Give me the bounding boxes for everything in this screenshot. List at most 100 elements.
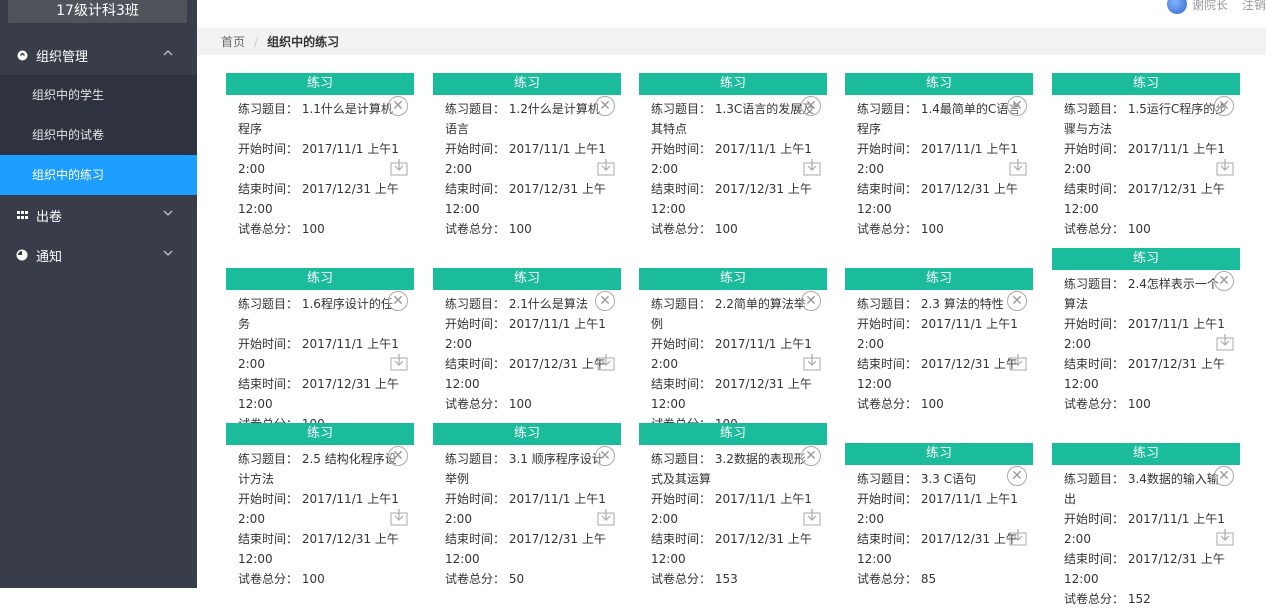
delete-icon[interactable]: ✕ [595, 96, 615, 116]
card-score-line: 试卷总分： 152 [1064, 589, 1228, 609]
download-icon[interactable] [390, 353, 408, 371]
card-header: 练习 [433, 73, 621, 95]
end-label: 结束时间： [857, 357, 917, 371]
delete-icon[interactable]: ✕ [801, 291, 821, 311]
card-end-line: 结束时间： 2017/12/31 上午12:00 [857, 529, 1021, 569]
end-label: 结束时间： [445, 357, 505, 371]
total-score: 152 [1128, 592, 1151, 606]
delete-icon[interactable]: ✕ [388, 446, 408, 466]
exercise-card[interactable]: 练习练习题目： 3.4数据的输入输出开始时间： 2017/11/1 上午12:0… [1052, 443, 1240, 609]
title-label: 练习题目： [445, 102, 505, 116]
sidebar-item-papers[interactable]: 组织中的试卷 [0, 115, 197, 155]
delete-icon[interactable]: ✕ [801, 446, 821, 466]
card-body: 练习题目： 1.3C语言的发展及其特点开始时间： 2017/11/1 上午12:… [639, 95, 827, 239]
card-title-line: 练习题目： 1.4最简单的C语言程序 [857, 99, 1021, 139]
exercise-card[interactable]: 练习练习题目： 1.1什么是计算机程序开始时间： 2017/11/1 上午12:… [226, 73, 414, 239]
user-name[interactable]: 谢院长 [1192, 0, 1228, 13]
download-icon[interactable] [803, 158, 821, 176]
card-body: 练习题目： 2.2简单的算法举例开始时间： 2017/11/1 上午12:00结… [639, 290, 827, 434]
logout-link[interactable]: 注销 [1242, 0, 1266, 13]
title-label: 练习题目： [651, 297, 711, 311]
card-end-line: 结束时间： 2017/12/31 上午12:00 [1064, 354, 1228, 394]
card-body: 练习题目： 1.4最简单的C语言程序开始时间： 2017/11/1 上午12:0… [845, 95, 1033, 239]
download-icon[interactable] [390, 158, 408, 176]
score-label: 试卷总分： [238, 572, 298, 586]
start-label: 开始时间： [1064, 317, 1124, 331]
exercise-card[interactable]: 练习练习题目： 1.5运行C程序的步骤与方法开始时间： 2017/11/1 上午… [1052, 73, 1240, 239]
delete-icon[interactable]: ✕ [1214, 271, 1234, 291]
delete-icon[interactable]: ✕ [1214, 466, 1234, 486]
download-icon[interactable] [803, 353, 821, 371]
delete-icon[interactable]: ✕ [1007, 466, 1027, 486]
exercise-card[interactable]: 练习练习题目： 2.2简单的算法举例开始时间： 2017/11/1 上午12:0… [639, 268, 827, 434]
delete-icon[interactable]: ✕ [801, 96, 821, 116]
chevron-up-icon [163, 48, 173, 59]
download-icon[interactable] [390, 508, 408, 526]
menu-org-label: 组织管理 [36, 46, 88, 65]
breadcrumb-home[interactable]: 首页 [221, 33, 245, 50]
card-title-line: 练习题目： 3.2数据的表现形式及其运算 [651, 449, 815, 489]
exercise-card[interactable]: 练习练习题目： 2.5 结构化程序设计方法开始时间： 2017/11/1 上午1… [226, 423, 414, 589]
download-icon[interactable] [597, 508, 615, 526]
chevron-down-icon [163, 208, 173, 219]
delete-icon[interactable]: ✕ [388, 291, 408, 311]
title-label: 练习题目： [651, 102, 711, 116]
start-label: 开始时间： [651, 337, 711, 351]
download-icon[interactable] [1216, 528, 1234, 546]
card-end-line: 结束时间： 2017/12/31 上午12:00 [651, 529, 815, 569]
menu-org-management[interactable]: 组织管理 [0, 35, 197, 75]
delete-icon[interactable]: ✕ [595, 446, 615, 466]
card-header: 练习 [226, 268, 414, 290]
exercise-card[interactable]: 练习练习题目： 3.2数据的表现形式及其运算开始时间： 2017/11/1 上午… [639, 423, 827, 589]
exercise-card[interactable]: 练习练习题目： 2.3 算法的特性开始时间： 2017/11/1 上午12:00… [845, 268, 1033, 434]
download-icon[interactable] [803, 508, 821, 526]
menu-paper[interactable]: 出卷 [0, 195, 197, 235]
exercise-card[interactable]: 练习练习题目： 2.4怎样表示一个算法开始时间： 2017/11/1 上午12:… [1052, 248, 1240, 414]
card-body: 练习题目： 1.6程序设计的任务开始时间： 2017/11/1 上午12:00结… [226, 290, 414, 434]
end-label: 结束时间： [238, 377, 298, 391]
card-score-line: 试卷总分： 50 [445, 569, 609, 589]
total-score: 100 [921, 397, 944, 411]
card-start-line: 开始时间： 2017/11/1 上午12:00 [1064, 314, 1228, 354]
start-label: 开始时间： [445, 492, 505, 506]
card-end-line: 结束时间： 2017/12/31 上午12:00 [1064, 549, 1228, 589]
exercise-card[interactable]: 练习练习题目： 2.1什么是算法开始时间： 2017/11/1 上午12:00结… [433, 268, 621, 434]
card-start-line: 开始时间： 2017/11/1 上午12:00 [857, 314, 1021, 354]
card-end-line: 结束时间： 2017/12/31 上午12:00 [651, 374, 815, 414]
class-title[interactable]: 17级计科3班 [8, 0, 187, 23]
download-icon[interactable] [1216, 333, 1234, 351]
card-score-line: 试卷总分： 100 [1064, 219, 1228, 239]
download-icon[interactable] [597, 158, 615, 176]
delete-icon[interactable]: ✕ [1214, 96, 1234, 116]
score-label: 试卷总分： [1064, 592, 1124, 606]
download-icon[interactable] [1009, 158, 1027, 176]
sidebar-item-exercises[interactable]: 组织中的练习 [0, 155, 197, 195]
start-label: 开始时间： [857, 142, 917, 156]
card-header: 练习 [845, 443, 1033, 465]
exercise-card[interactable]: 练习练习题目： 3.1 顺序程序设计举例开始时间： 2017/11/1 上午12… [433, 423, 621, 589]
start-label: 开始时间： [238, 142, 298, 156]
avatar[interactable] [1167, 0, 1187, 14]
exercise-card[interactable]: 练习练习题目： 1.2什么是计算机语言开始时间： 2017/11/1 上午12:… [433, 73, 621, 239]
sidebar-item-students[interactable]: 组织中的学生 [0, 75, 197, 115]
card-start-line: 开始时间： 2017/11/1 上午12:00 [445, 139, 609, 179]
card-start-line: 开始时间： 2017/11/1 上午12:00 [1064, 139, 1228, 179]
delete-icon[interactable]: ✕ [1007, 291, 1027, 311]
total-score: 100 [302, 222, 325, 236]
download-icon[interactable] [597, 353, 615, 371]
download-icon[interactable] [1009, 528, 1027, 546]
card-body: 练习题目： 3.1 顺序程序设计举例开始时间： 2017/11/1 上午12:0… [433, 445, 621, 589]
menu-notice[interactable]: 通知 [0, 235, 197, 275]
exercise-card[interactable]: 练习练习题目： 1.3C语言的发展及其特点开始时间： 2017/11/1 上午1… [639, 73, 827, 239]
exercise-card[interactable]: 练习练习题目： 3.3 C语句开始时间： 2017/11/1 上午12:00结束… [845, 443, 1033, 609]
delete-icon[interactable]: ✕ [1007, 96, 1027, 116]
end-label: 结束时间： [1064, 357, 1124, 371]
download-icon[interactable] [1009, 353, 1027, 371]
download-icon[interactable] [1216, 158, 1234, 176]
exercise-card[interactable]: 练习练习题目： 1.6程序设计的任务开始时间： 2017/11/1 上午12:0… [226, 268, 414, 434]
delete-icon[interactable]: ✕ [595, 291, 615, 311]
exercise-card[interactable]: 练习练习题目： 1.4最简单的C语言程序开始时间： 2017/11/1 上午12… [845, 73, 1033, 239]
delete-icon[interactable]: ✕ [388, 96, 408, 116]
card-body: 练习题目： 2.3 算法的特性开始时间： 2017/11/1 上午12:00结束… [845, 290, 1033, 414]
end-label: 结束时间： [238, 532, 298, 546]
